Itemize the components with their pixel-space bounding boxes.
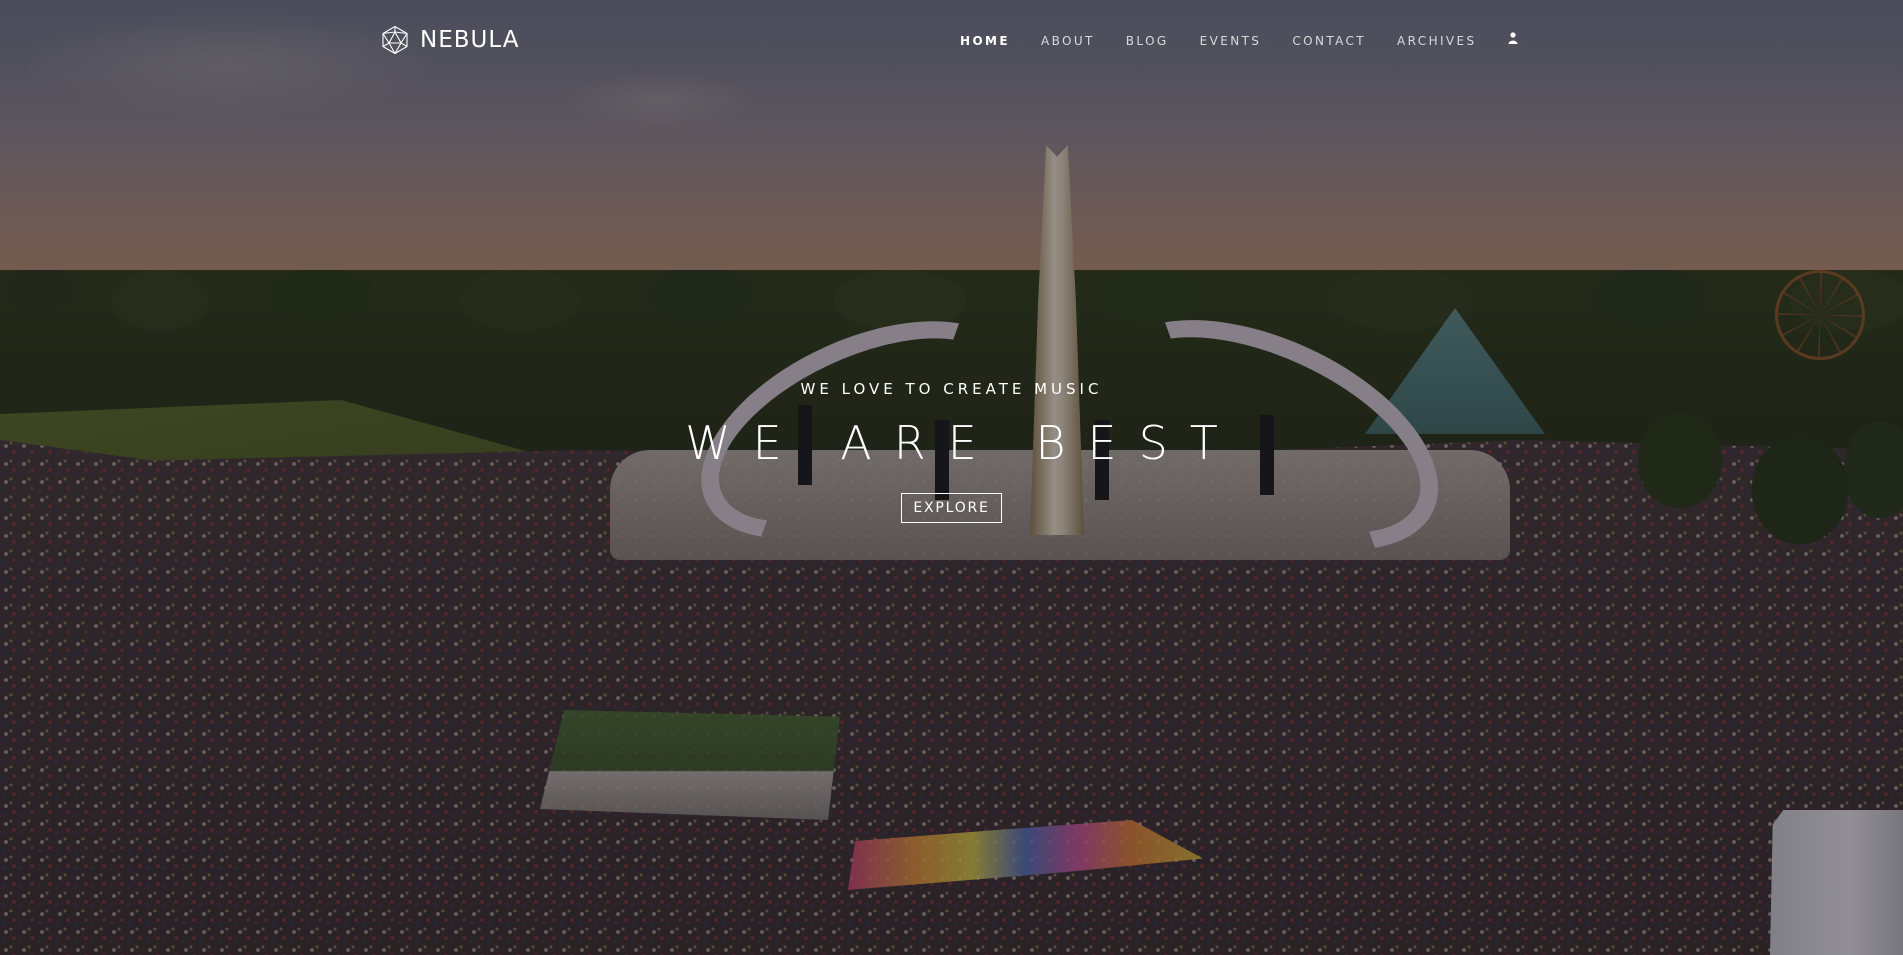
nav-item-blog[interactable]: BLOG [1126, 34, 1169, 48]
hero-content: WE LOVE TO CREATE MUSIC WE ARE BEST EXPL… [0, 380, 1903, 523]
nav-user-button[interactable] [1508, 32, 1518, 46]
user-icon [1508, 32, 1518, 44]
brand-logo-link[interactable]: NEBULA [380, 24, 519, 56]
explore-button[interactable]: EXPLORE [901, 493, 1002, 523]
geodesic-hexagon-icon [382, 25, 408, 55]
nav-item-events[interactable]: EVENTS [1200, 34, 1262, 48]
hero-section: NEBULA HOME ABOUT BLOG EVENTS CONTACT AR… [0, 0, 1903, 955]
hero-tagline: WE LOVE TO CREATE MUSIC [800, 380, 1103, 398]
brand-name: NEBULA [420, 27, 520, 53]
main-menu: HOME ABOUT BLOG EVENTS CONTACT ARCHIVES [960, 30, 1549, 49]
nav-item-about[interactable]: ABOUT [1041, 34, 1095, 48]
nav-item-home[interactable]: HOME [960, 34, 1010, 48]
hero-headline: WE ARE BEST [685, 416, 1240, 470]
navbar: NEBULA HOME ABOUT BLOG EVENTS CONTACT AR… [0, 0, 1903, 80]
nav-item-contact[interactable]: CONTACT [1292, 34, 1366, 48]
nav-item-archives[interactable]: ARCHIVES [1397, 34, 1477, 48]
